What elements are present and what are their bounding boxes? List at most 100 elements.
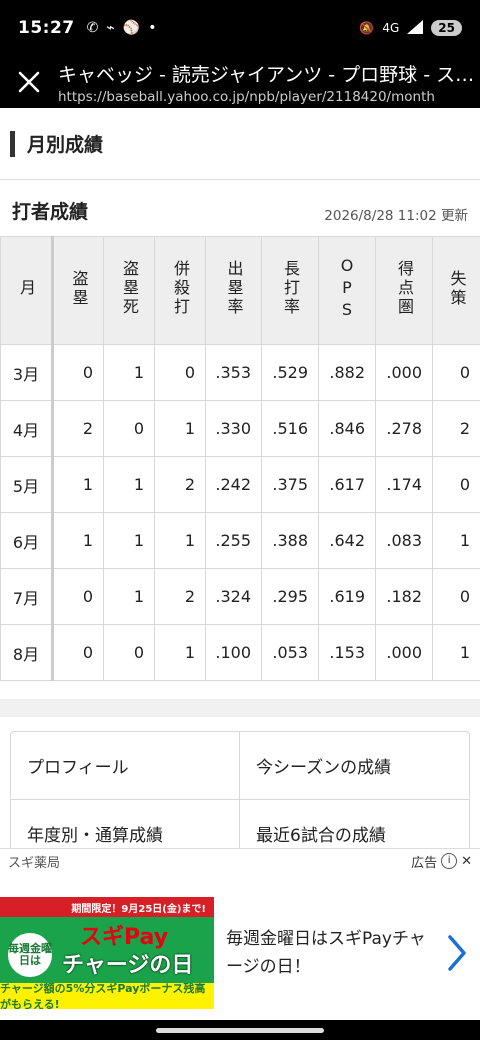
stat-cell: .182	[375, 568, 433, 625]
stat-cell: .642	[318, 512, 376, 569]
column-header: 盗塁死	[103, 236, 155, 345]
section-header: 月別成績	[0, 108, 480, 180]
stat-cell: .174	[375, 456, 433, 513]
stat-cell: 0	[432, 344, 480, 401]
table-row: 4月 2 0 1.330.516.846.278 2	[0, 400, 480, 457]
stat-cell: .375	[261, 456, 319, 513]
column-header-label: 得点圏	[395, 260, 414, 317]
chevron-right-icon[interactable]	[434, 935, 480, 971]
stat-cell: .388	[261, 512, 319, 569]
section-divider	[0, 699, 480, 717]
column-header: OPS	[318, 236, 376, 345]
column-header-label: 盗塁	[69, 269, 89, 308]
stat-cell: .255	[205, 512, 262, 569]
ad-banner-circle: 毎週金曜日は	[8, 933, 52, 977]
ad-image[interactable]: 期間限定！9月25日(金)まで! 毎週金曜日は スギPay チャージの日 チャー…	[0, 897, 214, 1009]
month-cell: 3月	[0, 344, 54, 401]
stat-cell: .083	[375, 512, 433, 569]
stat-cell: .330	[205, 400, 262, 457]
ad-advertiser: スギ薬局	[8, 855, 61, 871]
stat-cell: .529	[261, 344, 319, 401]
month-cell: 7月	[0, 568, 54, 625]
stat-cell: .100	[205, 624, 262, 681]
player-links: プロフィール 今シーズンの成績 年度別・通算成績 最近6試合の成績	[10, 731, 470, 848]
column-header: 長打率	[261, 236, 319, 345]
close-icon	[18, 71, 40, 93]
stat-cell: 0	[52, 568, 104, 625]
stat-cell: 0	[52, 344, 104, 401]
ad-banner-subtitle: チャージの日	[62, 953, 194, 978]
table-body: 3月 0 1 0.353.529.882.000 0 4月 2 0 1.330.516.846.…	[0, 344, 480, 681]
ad-banner-period: 期間限定！9月25日(金)まで!	[0, 897, 214, 917]
stat-cell: .295	[261, 568, 319, 625]
table-row: 7月 0 1 2.324.295.619.182 0	[0, 568, 480, 625]
stat-cell: .000	[375, 344, 433, 401]
table-row: 8月 0 0 1.100.053.153.000 1	[0, 624, 480, 681]
stat-cell: 1	[103, 344, 155, 401]
link-yearly-stats[interactable]: 年度別・通算成績	[11, 800, 240, 848]
stat-cell: 2	[154, 568, 206, 625]
column-header: 得点圏	[375, 236, 433, 345]
column-header-label: 盗塁死	[120, 260, 139, 317]
baseball-icon: ⚾	[122, 20, 141, 36]
link-recent-games[interactable]: 最近6試合の成績	[240, 800, 469, 848]
batting-table: 月 盗塁 盗塁死 併殺打 出塁率 長打率 OPS 得点圏 失策 3月 0 1 0.353.529.88…	[0, 236, 480, 681]
stat-cell: 2	[52, 400, 104, 457]
link-profile[interactable]: プロフィール	[11, 732, 240, 800]
link-season-stats[interactable]: 今シーズンの成績	[240, 732, 469, 800]
month-cell: 6月	[0, 512, 54, 569]
battery-icon: 25	[431, 20, 462, 36]
home-gesture-handle[interactable]	[156, 1027, 324, 1033]
stat-cell: 0	[103, 624, 155, 681]
ad-close-icon[interactable]: ✕	[461, 854, 472, 869]
info-icon[interactable]: i	[441, 853, 458, 869]
table-row: 6月 1 1 1.255.388.642.083 1	[0, 512, 480, 569]
stat-cell: 0	[432, 568, 480, 625]
stat-cell: 1	[103, 456, 155, 513]
ad-banner[interactable]: スギ薬局 広告 i ✕ 期間限定！9月25日(金)まで! 毎週金曜日は スギPa…	[0, 848, 480, 1020]
stat-cell: 1	[154, 400, 206, 457]
month-cell: 4月	[0, 400, 54, 457]
stat-cell: 0	[432, 456, 480, 513]
column-header-label: 併殺打	[171, 260, 190, 317]
app-bar: キャベッジ - 読売ジャイアンツ - プロ野球 - スポーツナビ https:/…	[0, 56, 480, 108]
batting-header: 打者成績 2026/8/28 11:02 更新	[0, 180, 480, 236]
column-header: 併殺打	[154, 236, 206, 345]
column-header: 失策	[432, 236, 480, 345]
table-row: 3月 0 1 0.353.529.882.000 0	[0, 344, 480, 401]
month-cell: 5月	[0, 456, 54, 513]
stat-cell: 1	[154, 624, 206, 681]
stat-cell: .324	[205, 568, 262, 625]
column-header-label: OPS	[337, 255, 357, 322]
stat-cell: 1	[432, 624, 480, 681]
stat-cell: .000	[375, 624, 433, 681]
status-bar: 15:27 ✆ ⌁ ⚾ • 🔕 4G 25	[0, 0, 480, 56]
section-accent-bar	[10, 130, 15, 157]
stat-cell: 1	[52, 512, 104, 569]
table-row: 5月 1 1 2.242.375.617.174 0	[0, 456, 480, 513]
column-header: 盗塁	[52, 236, 104, 345]
stat-cell: 1	[432, 512, 480, 569]
table-header-row: 月 盗塁 盗塁死 併殺打 出塁率 長打率 OPS 得点圏 失策	[0, 236, 480, 345]
column-header-label: 出塁率	[224, 260, 244, 317]
signal-icon	[407, 19, 424, 37]
page-content: 月別成績 打者成績 2026/8/28 11:02 更新 月 盗塁 盗塁死 併殺打 出塁…	[0, 108, 480, 848]
stat-cell: .242	[205, 456, 262, 513]
ad-text[interactable]: 毎週金曜日はスギPayチャージの日！	[214, 925, 434, 981]
navigation-bar	[0, 1020, 480, 1040]
batting-title: 打者成績	[12, 201, 89, 223]
stat-cell: 2	[154, 456, 206, 513]
stat-cell: .619	[318, 568, 376, 625]
stat-cell: .153	[318, 624, 376, 681]
stat-cell: .617	[318, 456, 376, 513]
stat-cell: 0	[154, 344, 206, 401]
stat-cell: .053	[261, 624, 319, 681]
stat-cell: .516	[261, 400, 319, 457]
ad-banner-bottom: チャージ額の5%分スギPayボーナス残高がもらえる!	[0, 982, 214, 1009]
stat-cell: 1	[103, 512, 155, 569]
close-button[interactable]	[0, 56, 58, 108]
stat-cell: 1	[103, 568, 155, 625]
section-title: 月別成績	[27, 134, 104, 156]
column-header-label: 月	[17, 279, 36, 298]
stat-cell: 2	[432, 400, 480, 457]
